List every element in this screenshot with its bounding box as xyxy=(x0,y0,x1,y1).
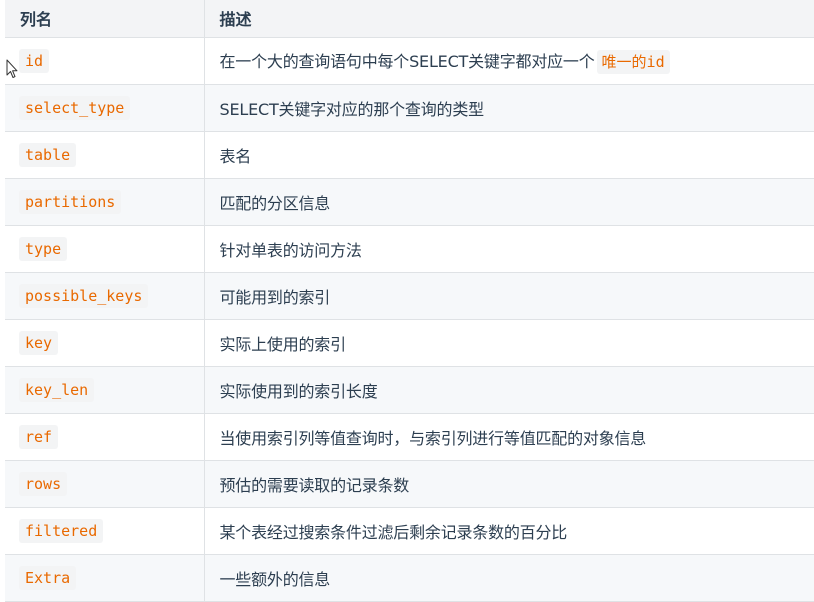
description-cell: 可能用到的索引 xyxy=(204,272,814,320)
description-cell: 预估的需要读取的记录条数 xyxy=(204,460,814,508)
table-row: partitions 匹配的分区信息 xyxy=(5,178,814,226)
description-cell: 一些额外的信息 xyxy=(204,554,814,602)
description-text: 当使用索引列等值查询时，与索引列进行等值匹配的对象信息 xyxy=(219,428,647,448)
description-text: 针对单表的访问方法 xyxy=(219,240,362,260)
column-name-cell: possible_keys xyxy=(5,272,205,320)
description-text: 一些额外的信息 xyxy=(219,569,331,589)
column-name-code: select_type xyxy=(19,95,131,120)
column-name-cell: select_type xyxy=(5,84,205,132)
table-row: type 针对单表的访问方法 xyxy=(5,225,814,273)
table-row: id 在一个大的查询语句中每个SELECT关键字都对应一个 唯一的id xyxy=(5,37,814,85)
explain-columns-table: 列名 描述 id 在一个大的查询语句中每个SELECT关键字都对应一个 唯一的id… xyxy=(5,0,814,602)
column-name-cell: rows xyxy=(5,460,205,508)
column-name-cell: key xyxy=(5,319,205,367)
description-text: 可能用到的索引 xyxy=(219,287,331,307)
description-cell: SELECT关键字对应的那个查询的类型 xyxy=(204,84,814,132)
table-row: ref 当使用索引列等值查询时，与索引列进行等值匹配的对象信息 xyxy=(5,413,814,461)
description-text: 实际使用到的索引长度 xyxy=(219,381,378,401)
description-cell: 表名 xyxy=(204,131,814,179)
column-name-code: rows xyxy=(19,471,68,496)
column-name-code: ref xyxy=(19,424,59,449)
description-cell: 在一个大的查询语句中每个SELECT关键字都对应一个 唯一的id xyxy=(204,37,814,85)
column-name-cell: id xyxy=(5,37,205,85)
description-cell: 针对单表的访问方法 xyxy=(204,225,814,273)
description-cell: 实际使用到的索引长度 xyxy=(204,366,814,414)
column-name-code: id xyxy=(19,48,50,73)
description-text: 某个表经过搜索条件过滤后剩余记录条数的百分比 xyxy=(219,522,568,542)
table-row: key 实际上使用的索引 xyxy=(5,319,814,367)
column-name-code: table xyxy=(19,142,77,167)
description-text: 在一个大的查询语句中每个SELECT关键字都对应一个 xyxy=(219,51,595,71)
description-cell: 实际上使用的索引 xyxy=(204,319,814,367)
table-row: Extra 一些额外的信息 xyxy=(5,554,814,602)
description-text: 匹配的分区信息 xyxy=(219,193,331,213)
description-text: 预估的需要读取的记录条数 xyxy=(219,475,410,495)
description-cell: 当使用索引列等值查询时，与索引列进行等值匹配的对象信息 xyxy=(204,413,814,461)
table-row: filtered 某个表经过搜索条件过滤后剩余记录条数的百分比 xyxy=(5,507,814,555)
column-name-code: type xyxy=(19,236,68,261)
column-name-cell: filtered xyxy=(5,507,205,555)
description-text: 表名 xyxy=(219,146,252,166)
column-name-code: key xyxy=(19,330,59,355)
description-cell: 匹配的分区信息 xyxy=(204,178,814,226)
table-row: rows 预估的需要读取的记录条数 xyxy=(5,460,814,508)
column-name-code: possible_keys xyxy=(19,283,149,308)
column-name-code: key_len xyxy=(19,377,95,402)
table-row: possible_keys 可能用到的索引 xyxy=(5,272,814,320)
column-name-cell: ref xyxy=(5,413,205,461)
column-name-header: 列名 xyxy=(5,0,205,38)
description-cell: 某个表经过搜索条件过滤后剩余记录条数的百分比 xyxy=(204,507,814,555)
column-name-cell: key_len xyxy=(5,366,205,414)
table-row: select_type SELECT关键字对应的那个查询的类型 xyxy=(5,84,814,132)
column-name-code: partitions xyxy=(19,189,122,214)
description-inline-code: 唯一的id xyxy=(596,49,670,74)
column-name-code: filtered xyxy=(19,518,104,543)
column-name-cell: type xyxy=(5,225,205,273)
column-name-cell: Extra xyxy=(5,554,205,602)
table-row: table 表名 xyxy=(5,131,814,179)
column-name-code: Extra xyxy=(19,565,77,590)
description-text: SELECT关键字对应的那个查询的类型 xyxy=(219,99,485,119)
table-header-row: 列名 描述 xyxy=(5,0,814,38)
description-header: 描述 xyxy=(204,0,814,38)
table-row: key_len 实际使用到的索引长度 xyxy=(5,366,814,414)
column-name-cell: partitions xyxy=(5,178,205,226)
column-name-cell: table xyxy=(5,131,205,179)
description-text: 实际上使用的索引 xyxy=(219,334,347,354)
